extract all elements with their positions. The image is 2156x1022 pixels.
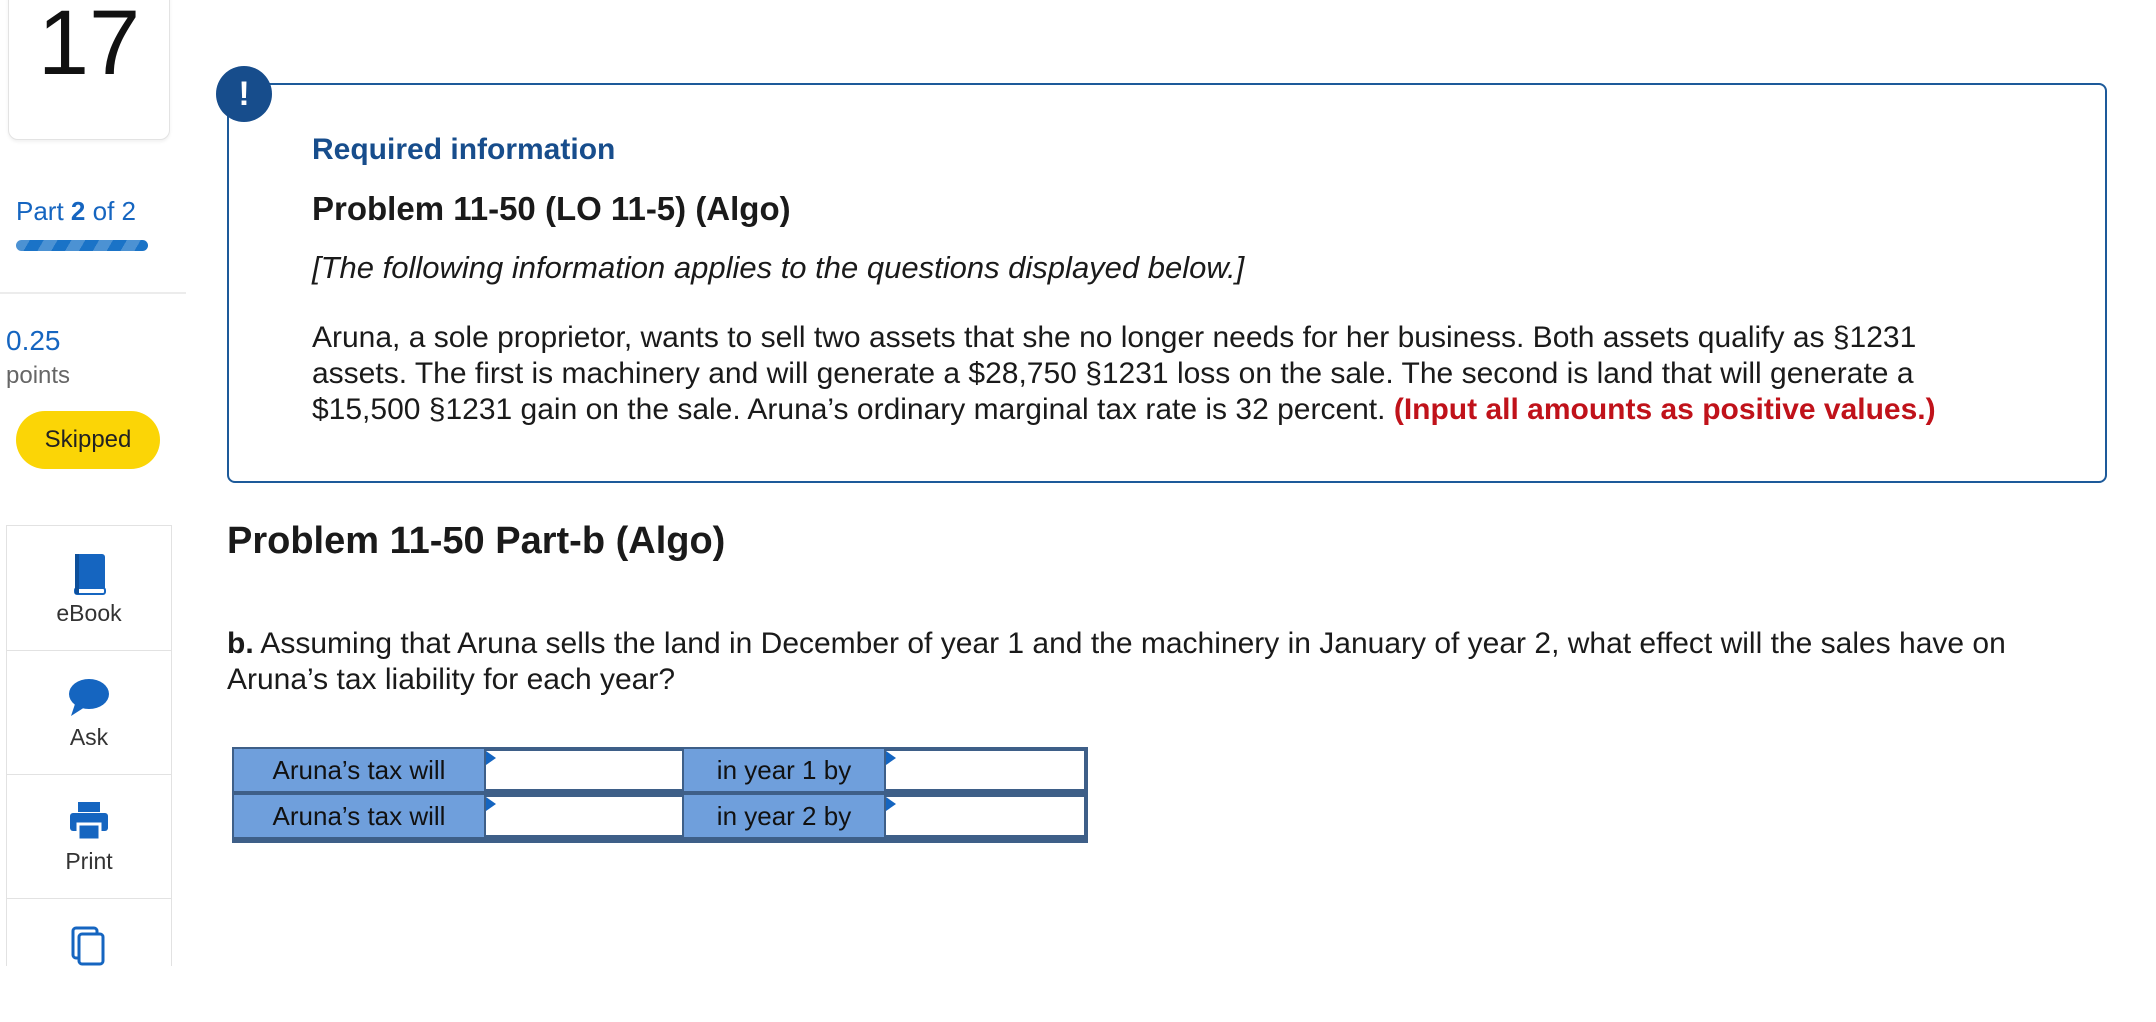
ask-button[interactable]: Ask — [7, 650, 171, 775]
status-badge: Skipped — [16, 411, 160, 469]
row-1-amount-input[interactable] — [894, 754, 1080, 794]
row-2-amount-field[interactable] — [884, 795, 1086, 840]
row-1-effect-select[interactable] — [484, 749, 684, 794]
part-indicator: Part 2 of 2 — [16, 196, 136, 227]
print-button[interactable]: Print — [7, 774, 171, 899]
chat-bubble-icon — [7, 676, 171, 722]
problem-title: Problem 11-50 (LO 11-5) (Algo) — [312, 190, 791, 227]
alert-icon: ! — [216, 66, 272, 122]
copy-pages-icon — [7, 924, 171, 970]
part-b-title: Problem 11-50 Part-b (Algo) — [227, 520, 726, 562]
part-current: 2 — [70, 196, 86, 226]
question-text: b. Assuming that Aruna sells the land in… — [227, 626, 2107, 698]
row-2-label: Aruna’s tax will — [234, 795, 484, 837]
row-1-effect-input[interactable] — [494, 754, 678, 794]
ebook-button[interactable]: eBook — [7, 526, 171, 651]
part-label: Part — [16, 196, 64, 226]
row-2-effect-input[interactable] — [494, 800, 678, 840]
references-button[interactable] — [7, 898, 171, 1022]
row-1-amount-field[interactable] — [884, 749, 1086, 794]
divider — [0, 292, 186, 294]
question-number-card: 17 — [8, 0, 170, 140]
instruction-text: (Input all amounts as positive values.) — [1393, 393, 1936, 426]
print-label: Print — [65, 848, 113, 874]
required-information-heading: Required information — [312, 133, 616, 166]
dropdown-indicator-icon — [486, 751, 496, 765]
question-body: Assuming that Aruna sells the land in De… — [227, 627, 2006, 696]
dropdown-indicator-icon — [486, 797, 496, 811]
points-label: points — [6, 362, 71, 389]
tools-panel: eBook Ask Print — [6, 525, 172, 966]
input-indicator-icon — [886, 797, 896, 811]
input-indicator-icon — [886, 751, 896, 765]
ask-label: Ask — [69, 724, 109, 750]
part-total: of 2 — [92, 196, 136, 226]
row-2-effect-select[interactable] — [484, 795, 684, 840]
row-1-year-label: in year 1 by — [684, 749, 884, 791]
book-icon — [7, 552, 171, 598]
printer-icon — [7, 800, 171, 846]
row-1-label: Aruna’s tax will — [234, 749, 484, 791]
question-number: 17 — [37, 0, 141, 94]
problem-description: Aruna, a sole proprietor, wants to sell … — [312, 320, 2012, 428]
part-progress-bar — [16, 240, 148, 251]
ebook-label: eBook — [56, 600, 122, 626]
question-prefix: b. — [227, 627, 254, 660]
row-2-amount-input[interactable] — [894, 800, 1080, 840]
applies-note: [The following information applies to th… — [312, 250, 1245, 285]
answer-table: Aruna’s tax will in year 1 by Aruna’s ta… — [232, 747, 1088, 843]
points-value: 0.25 — [6, 325, 61, 356]
row-2-year-label: in year 2 by — [684, 795, 884, 837]
